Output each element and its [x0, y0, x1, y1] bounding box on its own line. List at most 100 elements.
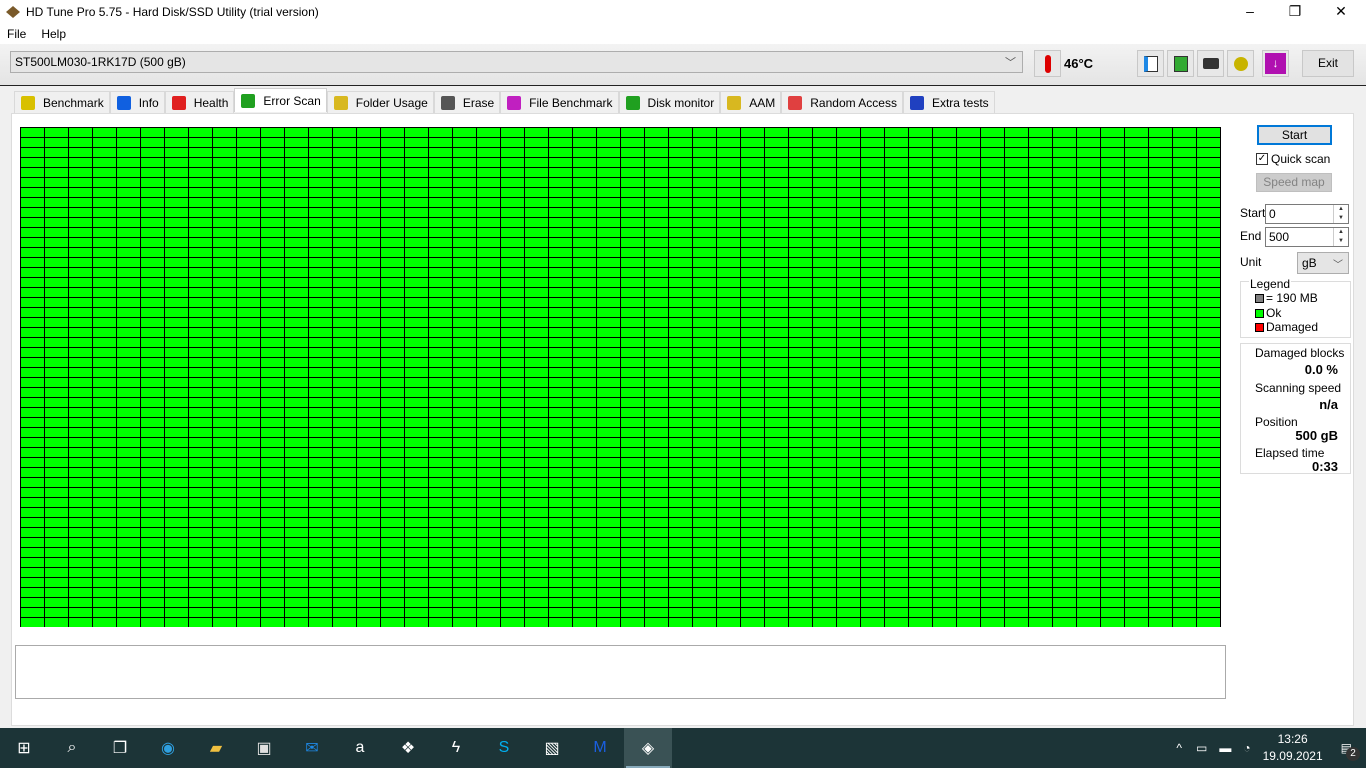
scan-block [501, 378, 524, 387]
scan-block [693, 618, 716, 627]
tab-error-scan[interactable]: Error Scan [234, 88, 327, 112]
scan-block [93, 488, 116, 497]
scan-block [1077, 488, 1100, 497]
clock[interactable]: 13:26 19.09.2021 [1263, 731, 1323, 765]
scan-block [333, 288, 356, 297]
notifications-icon[interactable]: ▤ 2 [1341, 741, 1360, 761]
battery-icon[interactable]: ▬ [1219, 741, 1231, 755]
chevron-up-icon[interactable]: ^ [1176, 741, 1182, 755]
menu-help[interactable]: Help [41, 27, 66, 41]
spinner-arrows-icon[interactable]: ▲ ▼ [1333, 228, 1348, 246]
scan-block [885, 458, 908, 467]
scan-block [789, 398, 812, 407]
wifi-icon[interactable]: ◔ [1243, 741, 1250, 755]
scan-block [1053, 218, 1076, 227]
hdtune-icon[interactable]: ◈ [624, 728, 672, 768]
scan-block [981, 468, 1004, 477]
copy-screenshot-button[interactable] [1167, 50, 1194, 77]
file-explorer-icon[interactable]: ▰ [192, 728, 240, 768]
scan-block [885, 338, 908, 347]
temperature-button[interactable] [1034, 50, 1061, 77]
options-button[interactable] [1227, 50, 1254, 77]
scan-block [117, 248, 140, 257]
scan-block [1029, 258, 1052, 267]
scan-block [1197, 238, 1220, 247]
close-button[interactable]: ✕ [1318, 0, 1364, 24]
search-icon[interactable]: ⌕ [48, 728, 96, 768]
scan-block [741, 438, 764, 447]
scan-block [261, 548, 284, 557]
store-icon[interactable]: ▣ [240, 728, 288, 768]
speed-map-button[interactable]: Speed map [1256, 173, 1332, 192]
scan-block [405, 128, 428, 137]
scan-block [213, 318, 236, 327]
spinner-arrows-icon[interactable]: ▲ ▼ [1333, 205, 1348, 223]
scan-block [981, 368, 1004, 377]
scan-block [69, 328, 92, 337]
edge-icon[interactable]: ◉ [144, 728, 192, 768]
scan-block [501, 468, 524, 477]
tab-random-access[interactable]: Random Access [781, 91, 903, 113]
tab-erase[interactable]: Erase [433, 91, 501, 113]
app-s-icon[interactable]: ϟ [432, 728, 480, 768]
speaker-icon [727, 95, 742, 110]
scan-block [261, 348, 284, 357]
meet-now-icon[interactable]: ▭ [1196, 741, 1207, 755]
mail-icon[interactable]: ✉ [288, 728, 336, 768]
scan-block [429, 588, 452, 597]
task-view-icon[interactable]: ❐ [96, 728, 144, 768]
maximize-button[interactable]: ❐ [1272, 0, 1318, 24]
screenshot-button[interactable] [1197, 50, 1224, 77]
scan-block [237, 148, 260, 157]
scan-block [669, 208, 692, 217]
skype-icon[interactable]: S [480, 728, 528, 768]
scan-block [477, 158, 500, 167]
scan-block [429, 368, 452, 377]
scan-block [21, 598, 44, 607]
start-icon[interactable]: ⊞ [0, 728, 48, 768]
scan-block [933, 328, 956, 337]
tab-health[interactable]: Health [164, 91, 235, 113]
scan-block [645, 188, 668, 197]
scan-block [621, 158, 644, 167]
dropbox-icon[interactable]: ❖ [384, 728, 432, 768]
menu-file[interactable]: File [7, 27, 26, 41]
start-scan-button[interactable]: Start [1257, 125, 1332, 145]
scan-block [453, 398, 476, 407]
scan-block [21, 438, 44, 447]
scan-block [909, 128, 932, 137]
tab-extra-tests[interactable]: Extra tests [902, 91, 995, 113]
tab-file-benchmark[interactable]: File Benchmark [500, 91, 619, 113]
tab-folder-usage[interactable]: Folder Usage [326, 91, 434, 113]
scan-block [21, 398, 44, 407]
amazon-icon[interactable]: a [336, 728, 384, 768]
start-input[interactable]: 0 ▲ ▼ [1265, 204, 1349, 224]
menu-bar: File Help [0, 24, 1366, 44]
scan-block [501, 148, 524, 157]
tab-info[interactable]: Info [109, 91, 165, 113]
scan-block [549, 468, 572, 477]
scan-block [1101, 208, 1124, 217]
scan-block [93, 228, 116, 237]
tab-aam[interactable]: AAM [720, 91, 782, 113]
scan-block [45, 288, 68, 297]
tab-benchmark[interactable]: Benchmark [14, 91, 110, 113]
minimize-button[interactable]: – [1227, 0, 1273, 24]
unit-select[interactable]: gB ﹀ [1297, 252, 1349, 274]
tab-disk-monitor[interactable]: Disk monitor [618, 91, 721, 113]
end-input[interactable]: 500 ▲ ▼ [1265, 227, 1349, 247]
scan-block [45, 598, 68, 607]
save-button[interactable]: ↓ [1262, 50, 1289, 77]
drive-select[interactable]: ST500LM030-1RK17D (500 gB) ﹀ [10, 51, 1023, 73]
scan-block [141, 138, 164, 147]
scan-block [1101, 288, 1124, 297]
scan-block [573, 478, 596, 487]
scan-block [357, 218, 380, 227]
app-monitor-icon[interactable]: ▧ [528, 728, 576, 768]
exit-button[interactable]: Exit [1302, 50, 1354, 77]
tab-label: Info [138, 95, 159, 110]
quick-scan-checkbox[interactable]: ✓ Quick scan [1256, 152, 1330, 166]
malwarebytes-icon[interactable]: M [576, 728, 624, 768]
copy-text-button[interactable] [1137, 50, 1164, 77]
scan-block [693, 478, 716, 487]
